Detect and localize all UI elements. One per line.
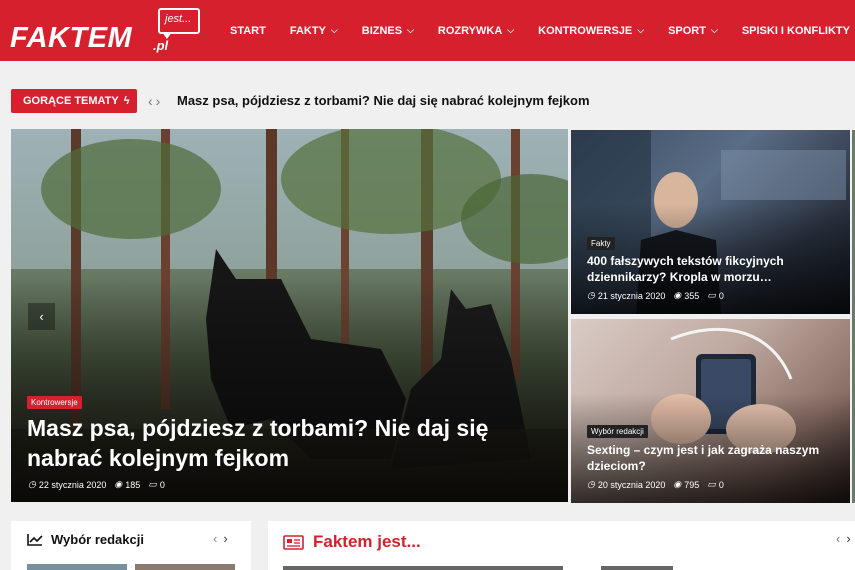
category-badge[interactable]: Kontrowersje — [27, 396, 82, 409]
panel-title-text: Wybór redakcji — [51, 532, 144, 547]
comment-count: 0 — [159, 479, 165, 490]
hot-topics-headline[interactable]: Masz psa, pójdziesz z torbami? Nie daj s… — [177, 93, 590, 108]
chevron-down-icon: ⌵ — [407, 25, 414, 35]
chevron-down-icon: ⌵ — [637, 25, 645, 35]
side-feature-card[interactable]: Wybór redakcji Sexting – czym jest i jak… — [571, 319, 850, 503]
nav-item-fakty[interactable]: FAKTY ⌵ — [290, 25, 338, 37]
logo-bubble-tail — [162, 32, 172, 39]
nav-item-label: KONTROWERSJE — [538, 24, 633, 37]
clock-icon: ◷ — [587, 290, 595, 300]
hot-topics-badge: GORĄCE TEMATY ϟ — [11, 89, 137, 113]
clock-icon: ◷ — [28, 479, 36, 489]
newspaper-icon — [283, 534, 304, 550]
post-date: 21 stycznia 2020 — [597, 290, 666, 301]
chevron-down-icon: ⌵ — [507, 25, 515, 35]
chevron-left-icon[interactable]: ‹ — [213, 531, 223, 546]
category-badge[interactable]: Fakty — [587, 237, 615, 250]
panel-title: Wybór redakcji — [27, 532, 144, 547]
hot-topics-label: GORĄCE TEMATY — [23, 95, 119, 107]
nav-item-label: BIZNES — [361, 24, 403, 37]
main-feature-title[interactable]: Masz psa, pójdziesz z torbami? Nie daj s… — [27, 413, 547, 473]
nav-item-kontrowersje[interactable]: KONTROWERSJE ⌵ — [538, 25, 644, 37]
panel-arrows: ‹› — [213, 531, 234, 546]
comment-icon: ▭ — [707, 290, 716, 300]
chevron-left-icon[interactable]: ‹ — [836, 531, 846, 546]
comment-icon: ▭ — [707, 479, 716, 489]
main-feature-card[interactable]: Kontrowersje Masz psa, pójdziesz z torba… — [11, 129, 568, 502]
side-feature-meta: ◷ 21 stycznia 2020 ◉ 355 ▭ 0 — [587, 290, 732, 301]
chevron-right-icon[interactable]: › — [223, 531, 233, 546]
nav-item-spiski[interactable]: SPISKI I KONFLIKTY ⌵ — [742, 25, 855, 37]
comment-count: 0 — [718, 290, 724, 301]
view-count: 355 — [684, 290, 700, 301]
side-feature-title[interactable]: 400 fałszywych tekstów fikcyjnych dzienn… — [587, 253, 837, 285]
site-header: FAKTEM .pl jest... START FAKTY ⌵ BIZNES … — [0, 0, 855, 61]
chevron-right-icon[interactable]: › — [156, 93, 164, 109]
chevron-left-icon[interactable]: ‹ — [148, 93, 156, 109]
main-nav: START FAKTY ⌵ BIZNES ⌵ ROZRYWKA ⌵ KONTRO… — [230, 0, 855, 61]
eye-icon: ◉ — [114, 479, 123, 489]
logo-suffix: .pl — [153, 38, 169, 53]
view-count: 795 — [684, 479, 700, 490]
nav-item-biznes[interactable]: BIZNES ⌵ — [362, 25, 414, 37]
panel-arrows: ‹› — [836, 531, 855, 546]
article-thumbnail[interactable] — [283, 566, 563, 570]
chevron-down-icon: ⌵ — [330, 25, 338, 35]
panel-title-text: Faktem jest... — [313, 532, 421, 551]
post-date: 20 stycznia 2020 — [597, 479, 666, 490]
view-count: 185 — [125, 479, 141, 490]
comment-count: 0 — [718, 479, 724, 490]
chart-line-icon — [27, 534, 43, 546]
panel-title: Faktem jest... — [283, 532, 421, 552]
slider-prev-button[interactable]: ‹ — [28, 303, 55, 330]
nav-item-label: START — [230, 24, 266, 37]
eye-icon: ◉ — [673, 290, 682, 300]
side-feature-meta: ◷ 20 stycznia 2020 ◉ 795 ▭ 0 — [587, 479, 732, 490]
faktem-jest-panel: Faktem jest... ‹› — [268, 521, 855, 570]
clock-icon: ◷ — [587, 479, 595, 489]
main-feature-meta: ◷ 22 stycznia 2020 ◉ 185 ▭ 0 — [28, 479, 173, 490]
site-logo[interactable]: FAKTEM .pl jest... — [10, 8, 205, 56]
article-thumbnail[interactable] — [601, 566, 673, 570]
chevron-down-icon: ⌵ — [710, 25, 718, 35]
comment-icon: ▭ — [148, 479, 157, 489]
eye-icon: ◉ — [673, 479, 682, 489]
logo-bubble-text: jest... — [165, 13, 192, 25]
bolt-icon: ϟ — [123, 95, 130, 107]
article-thumbnail[interactable] — [27, 564, 127, 570]
logo-text: FAKTEM — [10, 22, 133, 54]
chevron-right-icon[interactable]: › — [846, 531, 855, 546]
nav-item-rozrywka[interactable]: ROZRYWKA ⌵ — [438, 25, 514, 37]
nav-item-sport[interactable]: SPORT ⌵ — [668, 25, 718, 37]
nav-item-label: ROZRYWKA — [437, 24, 503, 37]
nav-item-label: FAKTY — [289, 24, 326, 37]
nav-item-start[interactable]: START — [230, 25, 266, 37]
nav-item-label: SPISKI I KONFLIKTY — [741, 24, 850, 37]
side-feature-card[interactable]: Fakty 400 fałszywych tekstów fikcyjnych … — [571, 130, 850, 314]
logo-speech-bubble: jest... — [158, 8, 200, 34]
article-thumbnail[interactable] — [135, 564, 235, 570]
post-date: 22 stycznia 2020 — [38, 479, 107, 490]
side-feature-title[interactable]: Sexting – czym jest i jak zagraża naszym… — [587, 442, 842, 474]
editors-pick-panel: Wybór redakcji ‹› — [11, 521, 251, 570]
category-badge[interactable]: Wybór redakcji — [587, 425, 648, 438]
hot-topics-arrows: ‹› — [148, 93, 163, 109]
nav-item-label: SPORT — [668, 24, 706, 37]
